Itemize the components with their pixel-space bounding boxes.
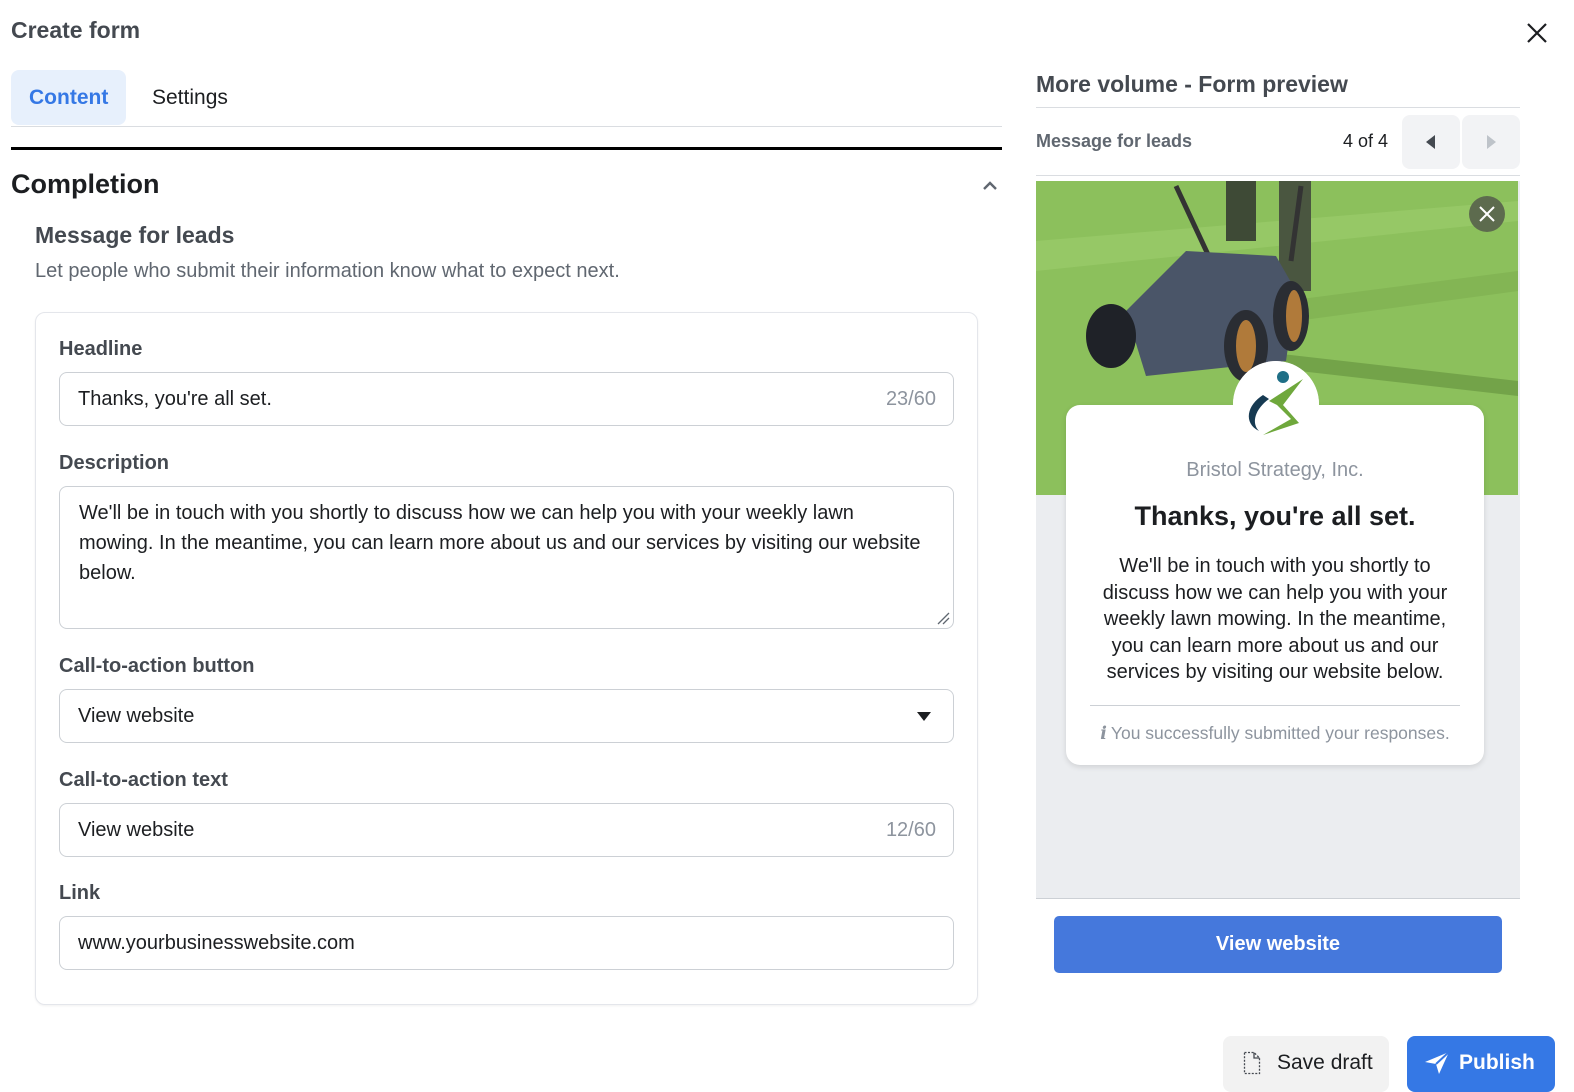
caret-down-icon [917, 712, 931, 721]
next-page-button[interactable] [1462, 115, 1520, 169]
cta-text-input[interactable]: View website 12/60 [59, 803, 954, 857]
info-icon: i [1100, 724, 1107, 744]
cta-text-label: Call-to-action text [59, 769, 228, 791]
section-divider [11, 147, 1002, 150]
card-divider [1090, 705, 1460, 706]
cta-button-select[interactable]: View website [59, 689, 954, 743]
submission-note-text: You successfully submitted your response… [1110, 723, 1450, 743]
section-title: Completion [11, 169, 160, 199]
cta-button-label: Call-to-action button [59, 655, 255, 677]
link-value: www.yourbusinesswebsite.com [78, 932, 355, 954]
preview-body: We'll be in touch with you shortly to di… [1102, 555, 1448, 683]
subsection-description: Let people who submit their information … [35, 260, 620, 282]
cta-button-value: View website [78, 705, 195, 727]
caret-right-icon [1487, 135, 1496, 149]
send-icon [1425, 1051, 1450, 1074]
description-label: Description [59, 452, 170, 474]
preview-divider [1036, 107, 1520, 108]
tab-settings[interactable]: Settings [134, 70, 246, 125]
save-draft-label: Save draft [1277, 1051, 1373, 1074]
publish-label: Publish [1459, 1051, 1535, 1074]
company-logo [1233, 361, 1319, 447]
save-draft-button[interactable]: Save draft [1223, 1036, 1389, 1092]
close-icon [1479, 206, 1495, 222]
document-icon [1243, 1051, 1261, 1075]
subsection-title: Message for leads [35, 222, 235, 248]
resize-handle-icon[interactable] [936, 611, 950, 625]
publish-button[interactable]: Publish [1407, 1036, 1555, 1092]
headline-label: Headline [59, 338, 143, 360]
preview-cta-button[interactable]: View website [1054, 916, 1502, 973]
preview-title: More volume - Form preview [1036, 71, 1348, 97]
cta-text-value: View website [78, 819, 195, 841]
preview-divider [1036, 175, 1520, 176]
preview-headline: Thanks, you're all set. [1134, 501, 1416, 531]
chevron-up-icon[interactable] [980, 178, 1000, 194]
completion-message-card: Bristol Strategy, Inc. Thanks, you're al… [1066, 405, 1484, 765]
preview-page-indicator: 4 of 4 [1343, 131, 1389, 151]
previous-page-button[interactable] [1402, 115, 1460, 169]
description-textarea[interactable]: We'll be in touch with you shortly to di… [59, 486, 954, 629]
form-preview-frame: Bristol Strategy, Inc. Thanks, you're al… [1036, 181, 1520, 899]
company-name: Bristol Strategy, Inc. [1186, 459, 1364, 481]
link-input[interactable]: www.yourbusinesswebsite.com [59, 916, 954, 970]
close-icon[interactable] [1522, 18, 1552, 48]
cta-text-counter: 12/60 [885, 819, 936, 841]
caret-left-icon [1426, 135, 1435, 149]
headline-input[interactable]: Thanks, you're all set. 23/60 [59, 372, 954, 426]
tab-bar: Content Settings [11, 70, 1002, 127]
tab-content[interactable]: Content [11, 70, 127, 125]
link-label: Link [59, 882, 101, 904]
submission-note: i You successfully submitted your respons… [1066, 723, 1484, 744]
dialog-title: Create form [11, 17, 141, 43]
description-value: We'll be in touch with you shortly to di… [79, 502, 921, 584]
headline-counter: 23/60 [885, 388, 936, 410]
headline-value: Thanks, you're all set. [78, 388, 272, 410]
preview-close-button[interactable] [1469, 196, 1505, 232]
preview-step-label: Message for leads [1036, 131, 1193, 151]
